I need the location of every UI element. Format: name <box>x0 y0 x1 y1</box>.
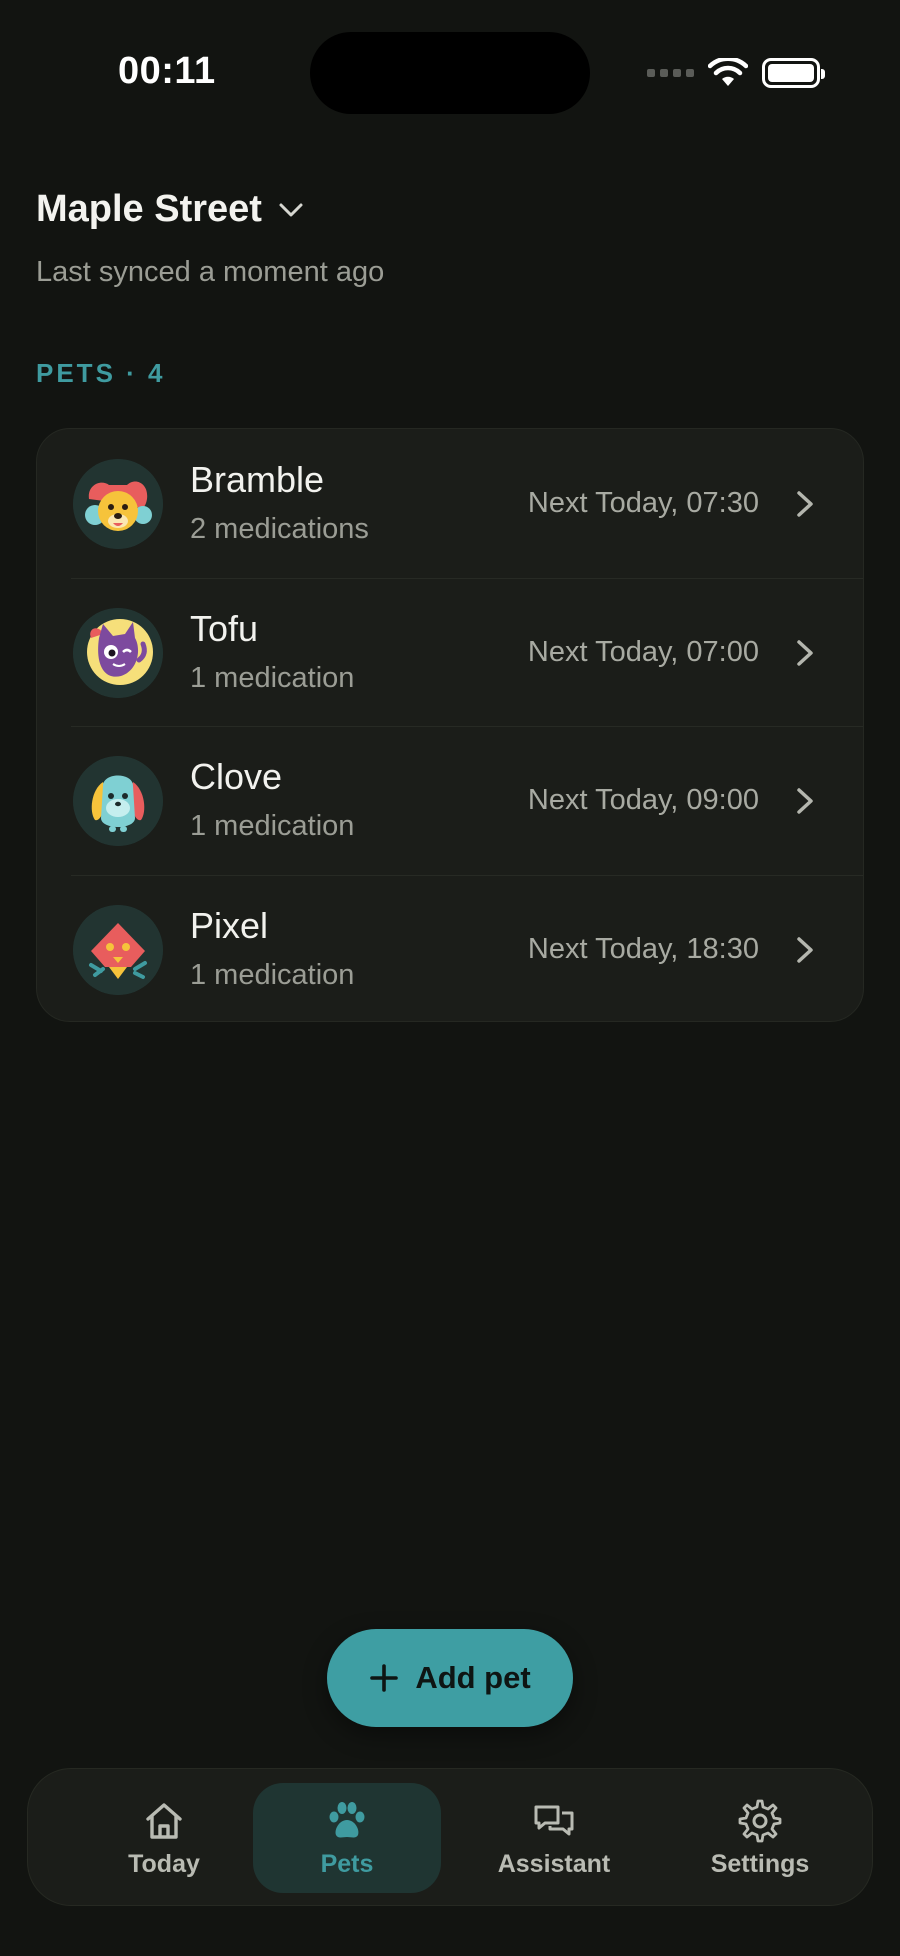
tab-today[interactable]: Today <box>70 1783 258 1893</box>
pets-section-label: PETS · 4 <box>36 358 166 388</box>
chevron-right-icon <box>797 639 813 666</box>
cellular-signal-icon <box>647 69 694 77</box>
pet-row-clove[interactable]: Clove 1 medication Next Today, 09:00 <box>37 726 863 875</box>
chat-icon <box>534 1805 574 1835</box>
pet-next-dose: Next Today, 07:30 <box>527 487 759 519</box>
pet-medication-count: 1 medication <box>190 661 355 694</box>
pet-next-dose: Next Today, 07:00 <box>527 635 759 668</box>
pet-next-dose: Next Today, 09:00 <box>527 784 759 816</box>
plus-icon <box>370 1664 399 1692</box>
tab-settings[interactable]: Settings <box>666 1783 854 1893</box>
status-time: 00:11 <box>118 50 216 92</box>
gear-icon <box>738 1799 782 1842</box>
tab-bar: Today Pets Assistant Settings <box>27 1768 873 1906</box>
pet-row-pixel[interactable]: Pixel 1 medication Next Today, 18:30 <box>37 874 863 1022</box>
tab-label: Today <box>128 1849 200 1878</box>
dog-avatar-icon <box>73 459 163 549</box>
sync-status: Last synced a moment ago <box>36 256 385 288</box>
pet-name: Pixel <box>190 904 269 946</box>
home-icon <box>146 1802 182 1839</box>
pet-medication-count: 1 medication <box>190 958 355 991</box>
add-pet-button[interactable]: Add pet <box>327 1629 573 1727</box>
chevron-down-icon <box>279 203 303 216</box>
pet-name: Tofu <box>190 607 259 649</box>
chevron-right-icon <box>797 788 813 814</box>
pet-list: Bramble 2 medications Next Today, 07:30 … <box>36 428 864 1022</box>
pet-name: Clove <box>190 756 283 797</box>
add-pet-label: Add pet <box>415 1660 531 1695</box>
chevron-right-icon <box>797 491 813 517</box>
pet-row-bramble[interactable]: Bramble 2 medications Next Today, 07:30 <box>37 429 863 578</box>
rabbit-avatar-icon <box>73 756 163 846</box>
location-name: Maple Street <box>36 188 262 230</box>
location-selector[interactable]: Maple Street <box>36 188 304 231</box>
pet-row-tofu[interactable]: Tofu 1 medication Next Today, 07:00 <box>37 577 863 727</box>
pet-next-dose: Next Today, 18:30 <box>527 932 759 965</box>
pet-name: Bramble <box>190 459 325 500</box>
tab-pets[interactable]: Pets <box>253 1783 441 1893</box>
wifi-icon <box>708 58 748 86</box>
tab-label: Assistant <box>497 1849 611 1878</box>
bird-avatar-icon <box>73 904 163 995</box>
pet-medication-count: 2 medications <box>190 513 369 545</box>
cat-avatar-icon <box>73 607 163 698</box>
pet-medication-count: 1 medication <box>190 810 355 842</box>
tab-label: Settings <box>710 1849 810 1878</box>
tab-assistant[interactable]: Assistant <box>460 1783 648 1893</box>
status-icons <box>647 56 825 90</box>
paw-icon <box>329 1801 365 1837</box>
tab-label: Pets <box>320 1849 374 1878</box>
battery-icon <box>762 58 825 88</box>
dynamic-island <box>310 32 590 114</box>
chevron-right-icon <box>797 936 813 963</box>
